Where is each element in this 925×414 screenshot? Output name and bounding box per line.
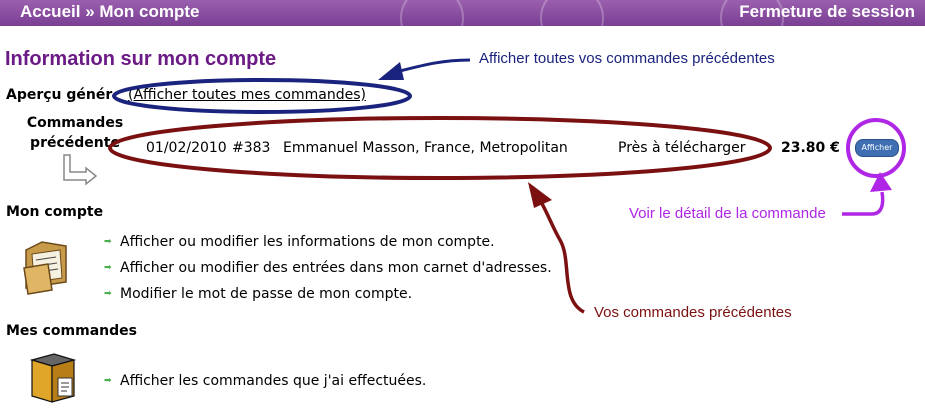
annotation-previous: Vos commandes précédentes	[594, 304, 792, 321]
arrow-bullet-icon: ➡	[104, 376, 112, 386]
navy-arrow	[395, 58, 471, 74]
page-title: Information sur mon compte	[5, 48, 277, 70]
order-status: Près à télécharger	[618, 140, 746, 156]
header-bar: Accueil » Mon compte Fermeture de sessio…	[0, 0, 925, 26]
list-item[interactable]: ➡ Afficher ou modifier des entrées dans …	[104, 255, 552, 281]
annotation-show-all: Afficher toutes vos commandes précédente…	[479, 50, 775, 67]
violet-arrowhead	[870, 172, 892, 192]
violet-arrow	[842, 191, 885, 216]
list-item[interactable]: ➡ Afficher les commandes que j'ai effect…	[104, 368, 426, 394]
view-order-button[interactable]: Afficher	[855, 139, 899, 157]
arrow-bullet-icon: ➡	[104, 263, 112, 273]
order-customer: Emmanuel Masson, France, Metropolitan	[283, 140, 568, 156]
arrow-bullet-icon: ➡	[104, 237, 112, 247]
logoff-link[interactable]: Fermeture de session	[739, 2, 915, 22]
show-all-orders-link[interactable]: (Afficher toutes mes commandes)	[128, 87, 366, 103]
order-date: 01/02/2010	[146, 140, 227, 156]
annotation-detail: Voir le détail de la commande	[629, 205, 826, 222]
header-decoration	[400, 0, 464, 26]
account-heading: Mon compte	[6, 204, 104, 220]
navy-arrowhead	[378, 62, 404, 80]
previous-orders-label: Commandes précédente	[26, 115, 124, 151]
overview-heading: Aperçu génér	[6, 87, 113, 103]
orders-heading: Mes commandes	[6, 323, 137, 339]
order-total: 23.80 €	[781, 140, 840, 156]
breadcrumb[interactable]: Accueil » Mon compte	[20, 2, 199, 22]
orders-links: ➡ Afficher les commandes que j'ai effect…	[104, 368, 426, 394]
maroon-arrowhead	[528, 182, 552, 208]
order-number: #383	[232, 140, 271, 156]
account-links: ➡ Afficher ou modifier les informations …	[104, 229, 552, 307]
header-decoration	[540, 0, 604, 26]
list-item[interactable]: ➡ Afficher ou modifier les informations …	[104, 229, 552, 255]
arrow-bullet-icon: ➡	[104, 289, 112, 299]
list-item[interactable]: ➡ Modifier le mot de passe de mon compte…	[104, 281, 552, 307]
